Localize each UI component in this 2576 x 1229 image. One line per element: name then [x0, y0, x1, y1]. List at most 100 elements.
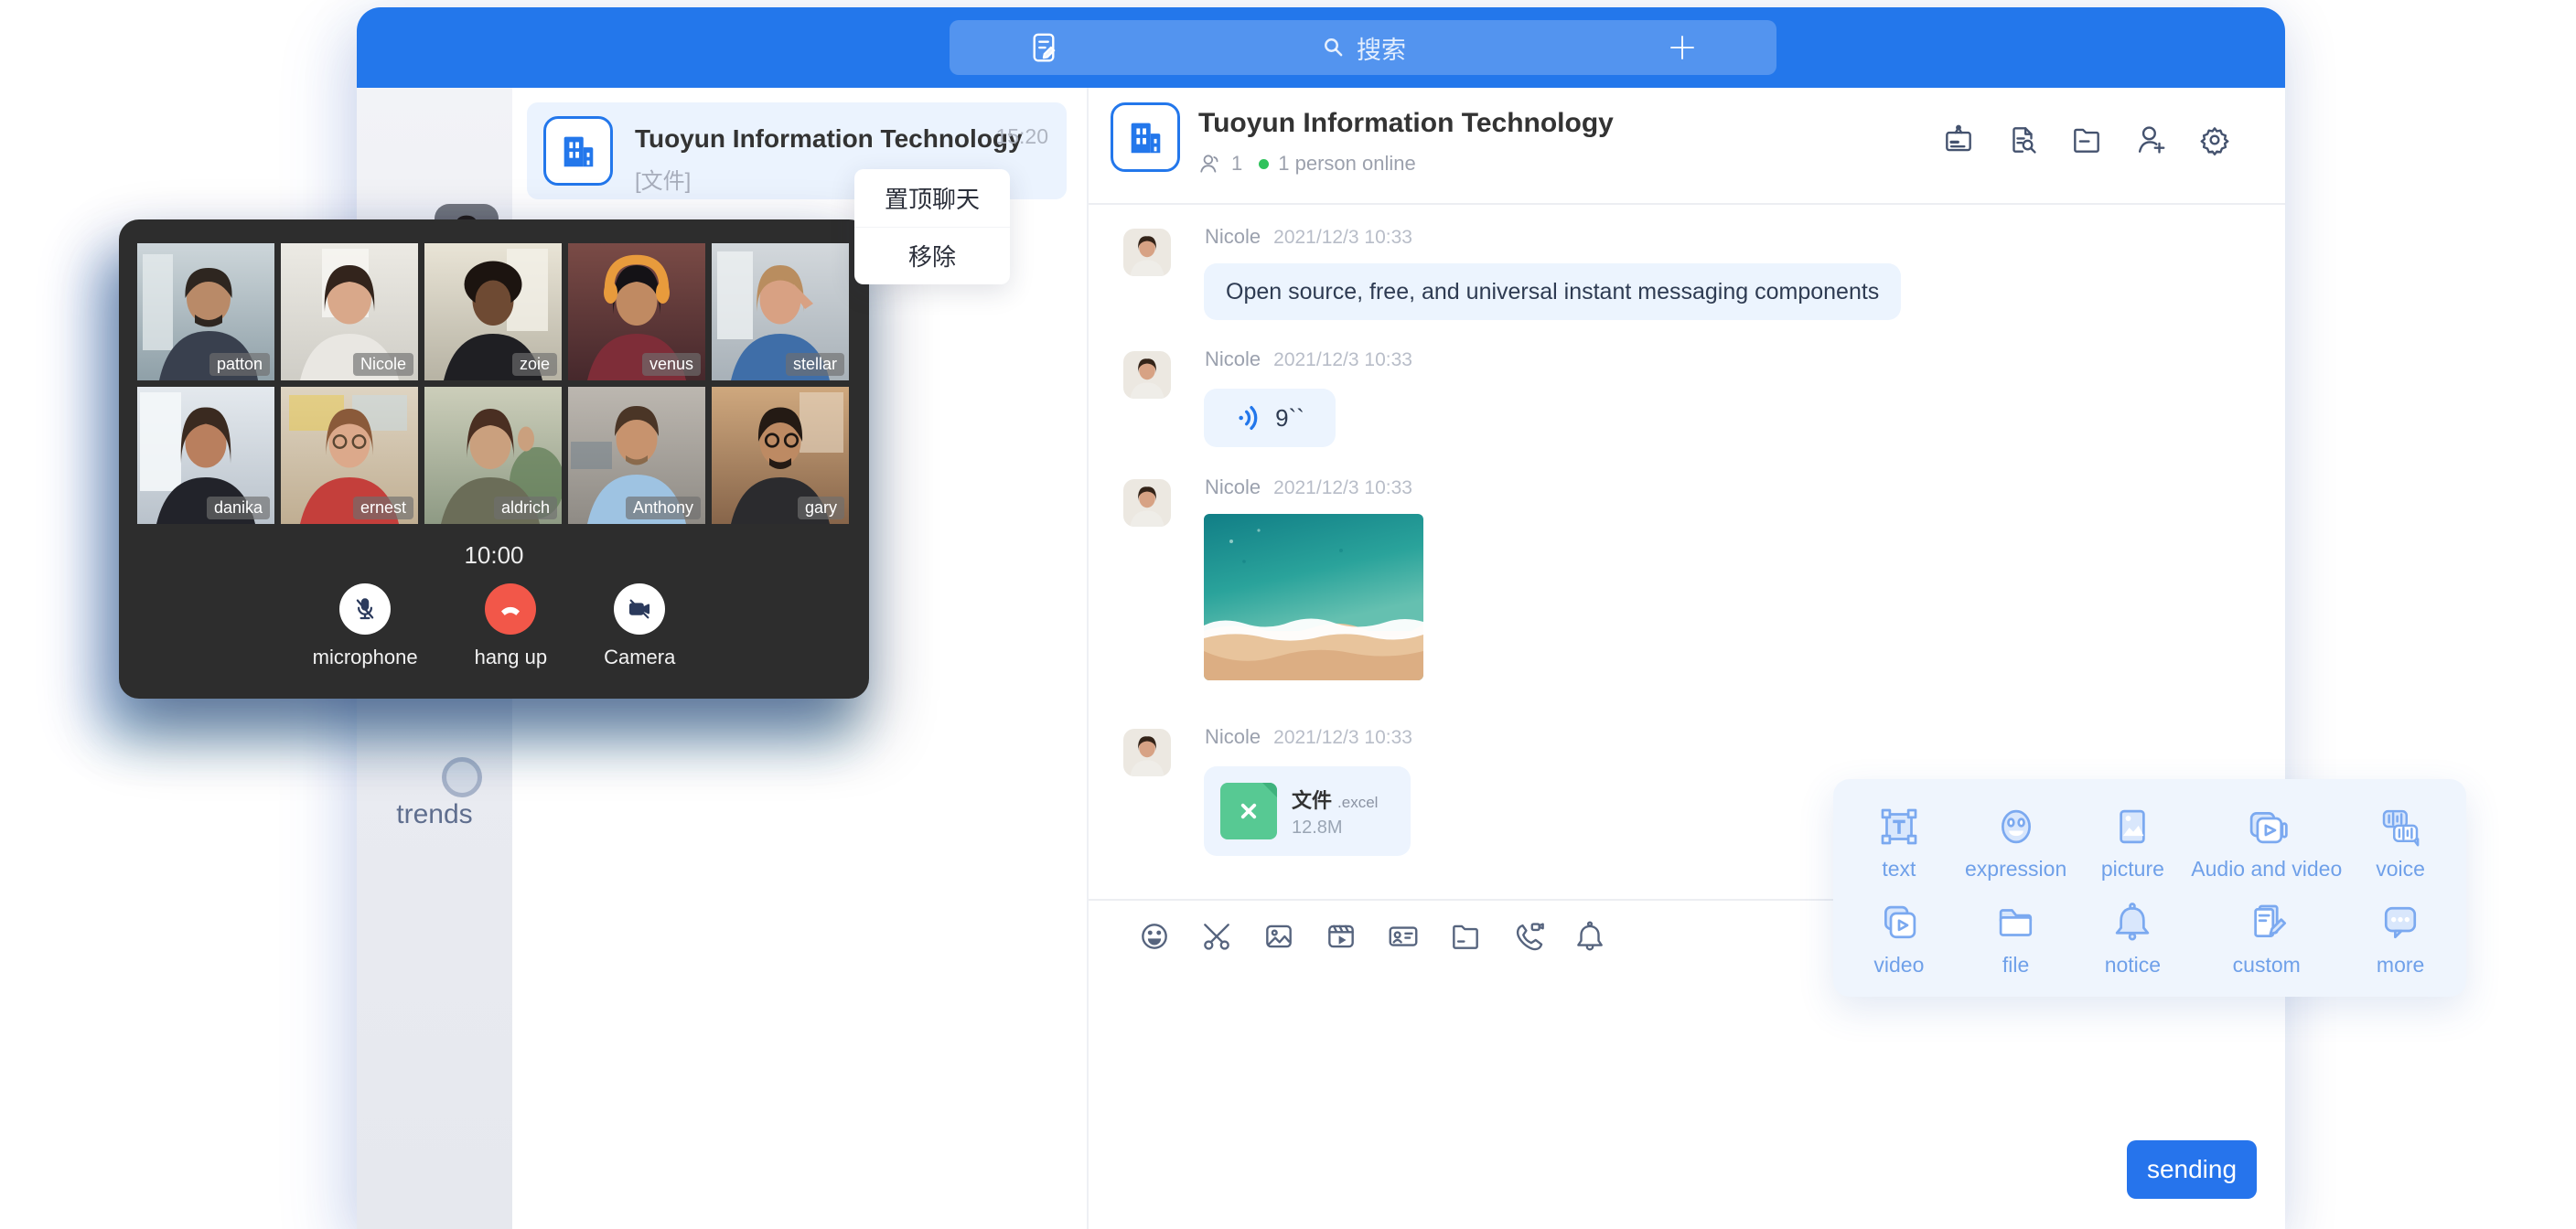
- audio-video-icon: [2242, 802, 2292, 851]
- context-menu: 置顶聊天 移除: [854, 169, 1010, 284]
- participant-name: aldrich: [494, 497, 557, 519]
- participant-tile: zoie: [424, 243, 562, 380]
- video-call-overlay: patton Nicole zoie: [119, 219, 869, 699]
- avatar: [1123, 351, 1171, 399]
- emoji-icon[interactable]: [1137, 919, 1172, 954]
- action-label: file: [2002, 953, 2029, 978]
- voice-bubble[interactable]: 9``: [1204, 389, 1336, 447]
- avatar: [1123, 479, 1171, 527]
- action-audio-video[interactable]: Audio and video: [2191, 794, 2342, 890]
- action-label: notice: [2105, 953, 2161, 978]
- video-clapper-icon[interactable]: [1324, 919, 1358, 954]
- camera-toggle-button[interactable]: [614, 583, 665, 635]
- chat-panel: Tuoyun Information Technology 1 1 person…: [1089, 88, 2285, 1229]
- top-bar: 搜索: [357, 7, 2285, 88]
- action-more[interactable]: more: [2342, 890, 2459, 986]
- action-label: custom: [2233, 953, 2301, 978]
- context-menu-pin[interactable]: 置顶聊天: [854, 169, 1010, 227]
- participant-tile: Anthony: [568, 387, 705, 524]
- plus-icon[interactable]: [1667, 32, 1698, 63]
- participant-tile: venus: [568, 243, 705, 380]
- search-field[interactable]: 搜索: [950, 30, 1776, 66]
- participant-name: danika: [207, 497, 270, 519]
- participant-name: gary: [798, 497, 844, 519]
- action-label: video: [1873, 953, 1924, 978]
- file-ext: .excel: [1337, 794, 1378, 812]
- participant-tile: stellar: [712, 243, 849, 380]
- trends-icon[interactable]: [442, 757, 482, 797]
- action-video[interactable]: video: [1841, 890, 1958, 986]
- bell-icon[interactable]: [1572, 919, 1607, 954]
- microphone-toggle-button[interactable]: [339, 583, 391, 635]
- contact-card-icon[interactable]: [1386, 919, 1421, 954]
- action-notice[interactable]: notice: [2075, 890, 2192, 986]
- text-icon: [1874, 802, 1924, 851]
- message-time: 2021/12/3 10:33: [1273, 227, 1412, 249]
- trends-label[interactable]: trends: [357, 799, 512, 830]
- message-time: 2021/12/3 10:33: [1273, 477, 1412, 499]
- voice-icon: [2376, 802, 2425, 851]
- message-author: Nicole: [1205, 476, 1261, 499]
- conversation-time: 15:20: [527, 124, 1048, 149]
- video-call-icon[interactable]: [1510, 919, 1545, 954]
- action-label: voice: [2376, 857, 2425, 882]
- send-button[interactable]: sending: [2127, 1140, 2257, 1199]
- hangup-icon: [497, 595, 524, 623]
- notice-icon: [2108, 898, 2157, 947]
- action-label: Audio and video: [2191, 857, 2342, 882]
- message-author: Nicole: [1205, 725, 1261, 749]
- action-custom[interactable]: custom: [2191, 890, 2342, 986]
- participant-name: stellar: [786, 353, 844, 376]
- hangup-label: hang up: [475, 646, 548, 669]
- expression-icon: [1991, 802, 2041, 851]
- folder-icon[interactable]: [1448, 919, 1483, 954]
- image-bubble-beach[interactable]: [1204, 514, 1423, 680]
- excel-file-icon: [1220, 783, 1277, 839]
- file-icon: [1991, 898, 2041, 947]
- avatar: [1123, 729, 1171, 776]
- conversation-last-message: [文件]: [635, 163, 691, 195]
- participant-tile: ernest: [281, 387, 418, 524]
- online-dot: [1259, 159, 1269, 169]
- screen: 搜索 trend: [0, 0, 2576, 1229]
- text-bubble: Open source, free, and universal instant…: [1204, 263, 1901, 320]
- scissors-icon[interactable]: [1199, 919, 1234, 954]
- participant-name: patton: [209, 353, 270, 376]
- message-author: Nicole: [1205, 225, 1261, 249]
- chat-subrow: 1 1 person online: [1198, 152, 1416, 176]
- action-text[interactable]: text: [1841, 794, 1958, 890]
- message-action-panel: text expression picture: [1833, 779, 2466, 997]
- participant-tile: danika: [137, 387, 274, 524]
- action-label: text: [1882, 857, 1916, 882]
- message-author: Nicole: [1205, 347, 1261, 371]
- search-icon: [1320, 34, 1347, 61]
- announcement-icon[interactable]: [1941, 123, 1976, 157]
- camera-muted-icon: [626, 595, 653, 623]
- settings-gear-icon[interactable]: [2197, 123, 2232, 157]
- picture-icon: [2108, 802, 2157, 851]
- participant-tile: aldrich: [424, 387, 562, 524]
- file-bubble[interactable]: 文件 .excel 12.8M: [1204, 766, 1411, 856]
- hangup-button[interactable]: [485, 583, 536, 635]
- action-label: more: [2377, 953, 2424, 978]
- context-menu-remove[interactable]: 移除: [854, 227, 1010, 285]
- participant-name: zoie: [512, 353, 557, 376]
- participant-tile: patton: [137, 243, 274, 380]
- action-picture[interactable]: picture: [2075, 794, 2192, 890]
- voice-wave-icon: [1235, 403, 1264, 433]
- action-expression[interactable]: expression: [1958, 794, 2075, 890]
- action-label: expression: [1965, 857, 2066, 882]
- file-size: 12.8M: [1292, 818, 1343, 839]
- online-status: 1 person online: [1278, 152, 1415, 176]
- picture-icon[interactable]: [1261, 919, 1296, 954]
- action-voice[interactable]: voice: [2342, 794, 2459, 890]
- add-member-icon[interactable]: [2133, 123, 2168, 157]
- chat-record-search-icon[interactable]: [2005, 123, 2040, 157]
- files-icon[interactable]: [2069, 123, 2104, 157]
- file-name: 文件: [1292, 785, 1332, 814]
- members-icon: [1198, 152, 1222, 176]
- chat-title: Tuoyun Information Technology: [1198, 108, 1614, 139]
- chat-group-building-icon: [1111, 102, 1180, 172]
- search-bar[interactable]: 搜索: [950, 20, 1776, 75]
- action-file[interactable]: file: [1958, 890, 2075, 986]
